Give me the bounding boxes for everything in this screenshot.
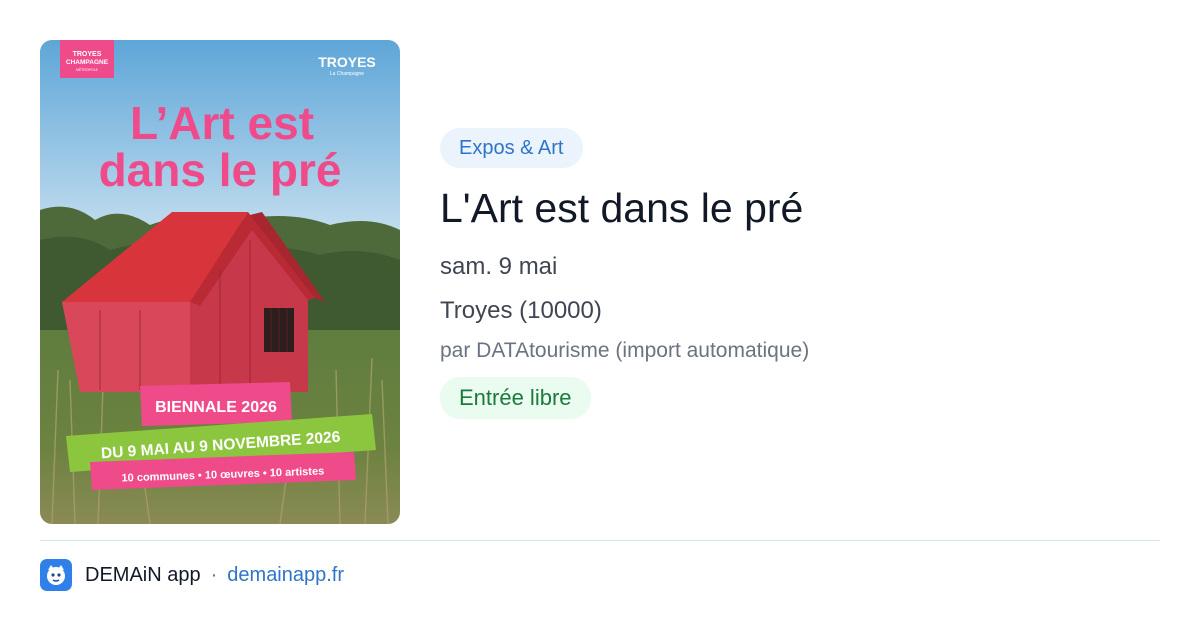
event-details: Expos & Art L'Art est dans le pré sam. 9… — [440, 128, 1160, 419]
poster-headline-line1: L’Art est — [130, 97, 314, 149]
price-chip: Entrée libre — [440, 377, 591, 419]
svg-text:CHAMPAGNE: CHAMPAGNE — [66, 59, 109, 66]
event-date: sam. 9 mai — [440, 253, 558, 280]
event-title[interactable]: L'Art est dans le pré — [440, 184, 1160, 232]
poster-headline-line2: dans le pré — [99, 144, 342, 196]
footer-separator: · — [210, 563, 218, 586]
svg-text:MÉTROPOLE: MÉTROPOLE — [76, 67, 99, 72]
svg-text:BIENNALE 2026: BIENNALE 2026 — [155, 399, 277, 416]
event-location: Troyes (10000) — [440, 297, 602, 324]
poster-illustration: TROYES CHAMPAGNE MÉTROPOLE TROYES La Cha… — [40, 40, 400, 524]
domain-link[interactable]: demainapp.fr — [227, 564, 344, 587]
event-source: par DATAtourisme (import automatique) — [440, 339, 810, 362]
app-name: DEMAiN app — [85, 563, 201, 586]
footer: DEMAiN app · demainapp.fr — [40, 558, 344, 592]
footer-divider — [40, 540, 1160, 541]
svg-text:La Champagne: La Champagne — [330, 71, 364, 77]
category-chip[interactable]: Expos & Art — [440, 128, 583, 168]
svg-text:TROYES: TROYES — [73, 51, 102, 58]
troyes-logo: TROYES — [318, 54, 376, 70]
event-poster-image[interactable]: TROYES CHAMPAGNE MÉTROPOLE TROYES La Cha… — [40, 40, 400, 524]
demain-app-icon — [40, 559, 72, 591]
poster-banner-biennale: BIENNALE 2026 — [140, 382, 292, 426]
